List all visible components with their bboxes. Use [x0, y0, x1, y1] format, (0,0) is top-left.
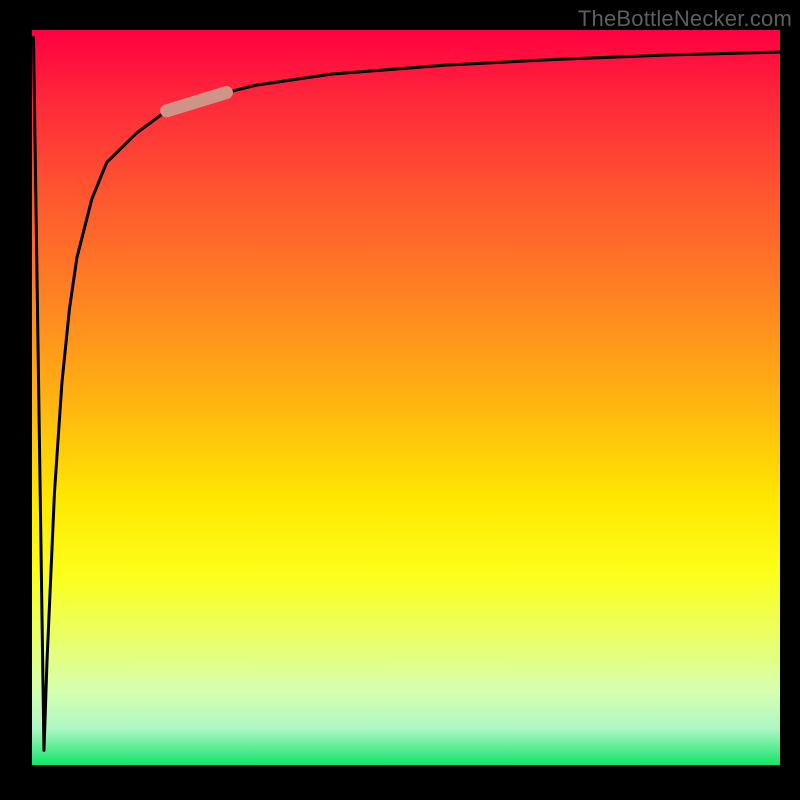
curve-highlight-segment [167, 92, 227, 110]
chart-container: TheBottleNecker.com [0, 0, 800, 800]
bottleneck-curve-path [33, 37, 780, 750]
x-axis [30, 766, 782, 768]
watermark-text: TheBottleNecker.com [578, 6, 792, 32]
y-axis [30, 30, 32, 768]
curve-svg [32, 30, 780, 765]
